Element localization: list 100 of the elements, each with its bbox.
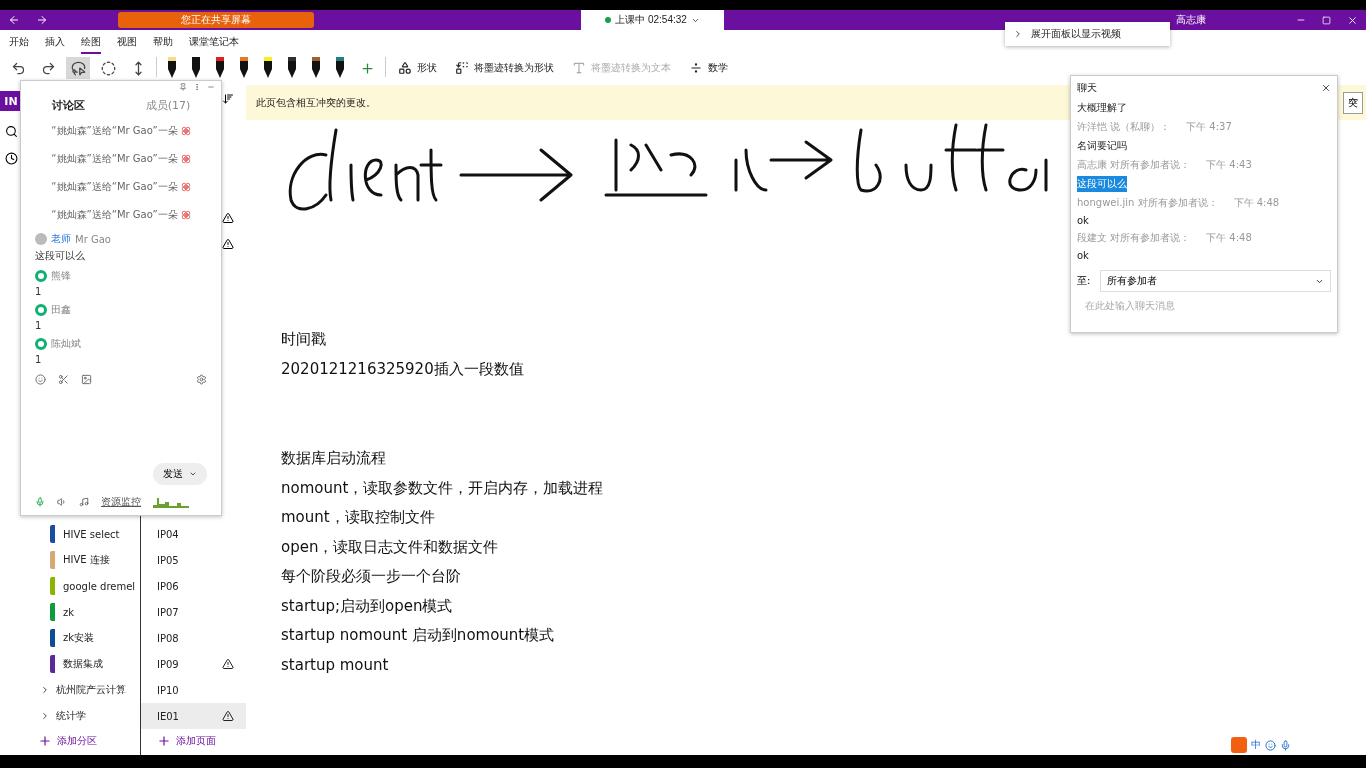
section-label: HIVE select [63,528,120,540]
sender-name: 陈灿斌 [51,337,81,351]
dashed-circle-icon [100,60,116,76]
note-text: 时间戳 [281,329,327,350]
page-item[interactable]: IP04 [140,521,246,547]
ribbon-tab[interactable]: 绘图 [81,31,101,54]
sender-line: 高志康 对所有参加者说： [1077,158,1191,172]
lasso-icon [70,60,86,76]
page-item[interactable]: IE01 [140,703,246,729]
gift-message: “姚灿森”送给“Mr Gao”一朵 [51,124,178,138]
video-popup[interactable]: 展开面板以显示视频 [1005,22,1170,46]
class-status-button[interactable]: 上课中 02:54:32 [581,10,724,30]
page-item[interactable]: IP05 [140,547,246,573]
toolbar-button[interactable]: 形状 [392,57,443,79]
chevron-icon [189,470,197,478]
page-label: IP06 [156,580,179,592]
chat-input[interactable]: 在此处输入聊天消息 [1071,292,1337,319]
page-label: IP07 [156,606,179,618]
more-icon[interactable] [193,83,201,91]
forward-arrow-icon [36,14,48,26]
mic-icon[interactable] [35,497,45,507]
chat-message: 名词要记吗 [1077,139,1127,153]
flower-icon [180,126,191,136]
toolbar-button[interactable]: 将墨迹转换为形状 [449,57,560,79]
image-icon[interactable] [81,374,92,385]
message-time: 下午 4:48 [1206,231,1252,245]
page-label: IE01 [156,710,179,722]
page-label: IP04 [156,528,179,540]
ribbon-tab[interactable]: 开始 [9,31,29,54]
section-tab[interactable]: zk安装 [22,625,140,651]
avatar [35,233,47,245]
panel-tab[interactable]: 成员(17) [139,96,197,114]
page-item[interactable]: IP10 [140,677,246,703]
flower-icon [180,154,191,164]
maximize-icon [1322,15,1331,25]
note-text: mount，读取控制文件 [281,507,436,528]
message-text: 1 [35,286,43,297]
section-group[interactable]: 统计学 [22,703,140,729]
sender-line: hongwei.jin 对所有参加者说： [1077,196,1218,210]
settings-icon[interactable] [196,374,207,385]
section-tab[interactable]: HIVE select [22,521,140,547]
math-icon [689,61,703,75]
sort-icon[interactable] [222,93,234,105]
emoji-icon[interactable] [1265,739,1276,751]
emoji-icon[interactable] [35,374,46,385]
notebook-badge[interactable]: IN [0,91,22,111]
ribbon-tab[interactable]: 课堂笔记本 [189,31,239,54]
ribbon-tab[interactable]: 插入 [45,31,65,54]
ribbon-tab[interactable]: 帮助 [153,31,173,54]
ribbon-tab[interactable]: 视图 [117,31,137,54]
scissors-icon[interactable] [58,374,69,385]
section-tab[interactable]: google dremel [22,573,140,599]
pin-icon[interactable] [179,83,187,91]
teacher-label: 老师 [51,232,71,246]
resource-monitor-link[interactable]: 资源监控 [101,495,141,509]
ime-mode: 中 [1251,738,1261,752]
chat-message: ok [1077,214,1089,227]
conflict-message: 此页包含相互冲突的更改。 [256,95,376,110]
avatar [35,270,47,282]
note-text: 数据库启动流程 [281,448,387,469]
section-tab[interactable]: zk [22,599,140,625]
add-page-button[interactable]: 添加页面 [140,729,246,753]
mic-icon[interactable] [1280,739,1291,751]
toolbar-button[interactable]: 数学 [683,57,734,79]
plus-icon [38,734,52,748]
note-text: 2020121216325920插入一段数值 [281,358,525,380]
close-icon[interactable] [1321,83,1331,93]
section-tab[interactable]: 数据集成 [22,651,140,677]
lasso-select-button[interactable] [66,57,90,79]
redo-icon [40,60,56,76]
plus-icon [359,60,375,76]
search-icon[interactable] [4,125,18,138]
avatar [35,304,47,316]
note-text: 每个阶段必须一步一个台阶 [281,566,462,587]
speaker-icon[interactable] [57,497,67,507]
page-item[interactable]: IP09 [140,651,246,677]
clock-icon[interactable] [4,152,18,165]
back-arrow-icon [8,14,20,26]
sharing-banner: 您正在共享屏幕 [118,12,314,28]
flower-icon [180,182,191,192]
recipient-label: 至: [1077,274,1091,288]
page-item[interactable]: IP06 [140,573,246,599]
section-tab[interactable]: HIVE 连接 [22,547,140,573]
page-item[interactable]: IP08 [140,625,246,651]
close-icon [1347,14,1358,26]
send-button[interactable]: 发送 [153,463,207,485]
activity-graph [153,496,189,508]
flower-icon [180,210,191,220]
add-section-button[interactable]: 添加分区 [22,729,140,753]
gift-message: “姚灿森”送给“Mr Gao”一朵 [51,152,178,166]
section-group[interactable]: 杭州院产云计算 [22,677,140,703]
conflict-button[interactable]: 突 [1343,91,1363,114]
sender-name: 田鑫 [51,303,71,317]
sender-name: 熊锋 [51,269,71,283]
panel-tab[interactable]: 讨论区 [45,96,91,114]
music-icon[interactable] [79,497,89,507]
recipient-select[interactable]: 所有参加者 [1100,270,1331,292]
message-time: 下午 4:48 [1233,196,1280,210]
page-item[interactable]: IP07 [140,599,246,625]
sender-line: 段建文 对所有参加者说： [1077,231,1191,245]
